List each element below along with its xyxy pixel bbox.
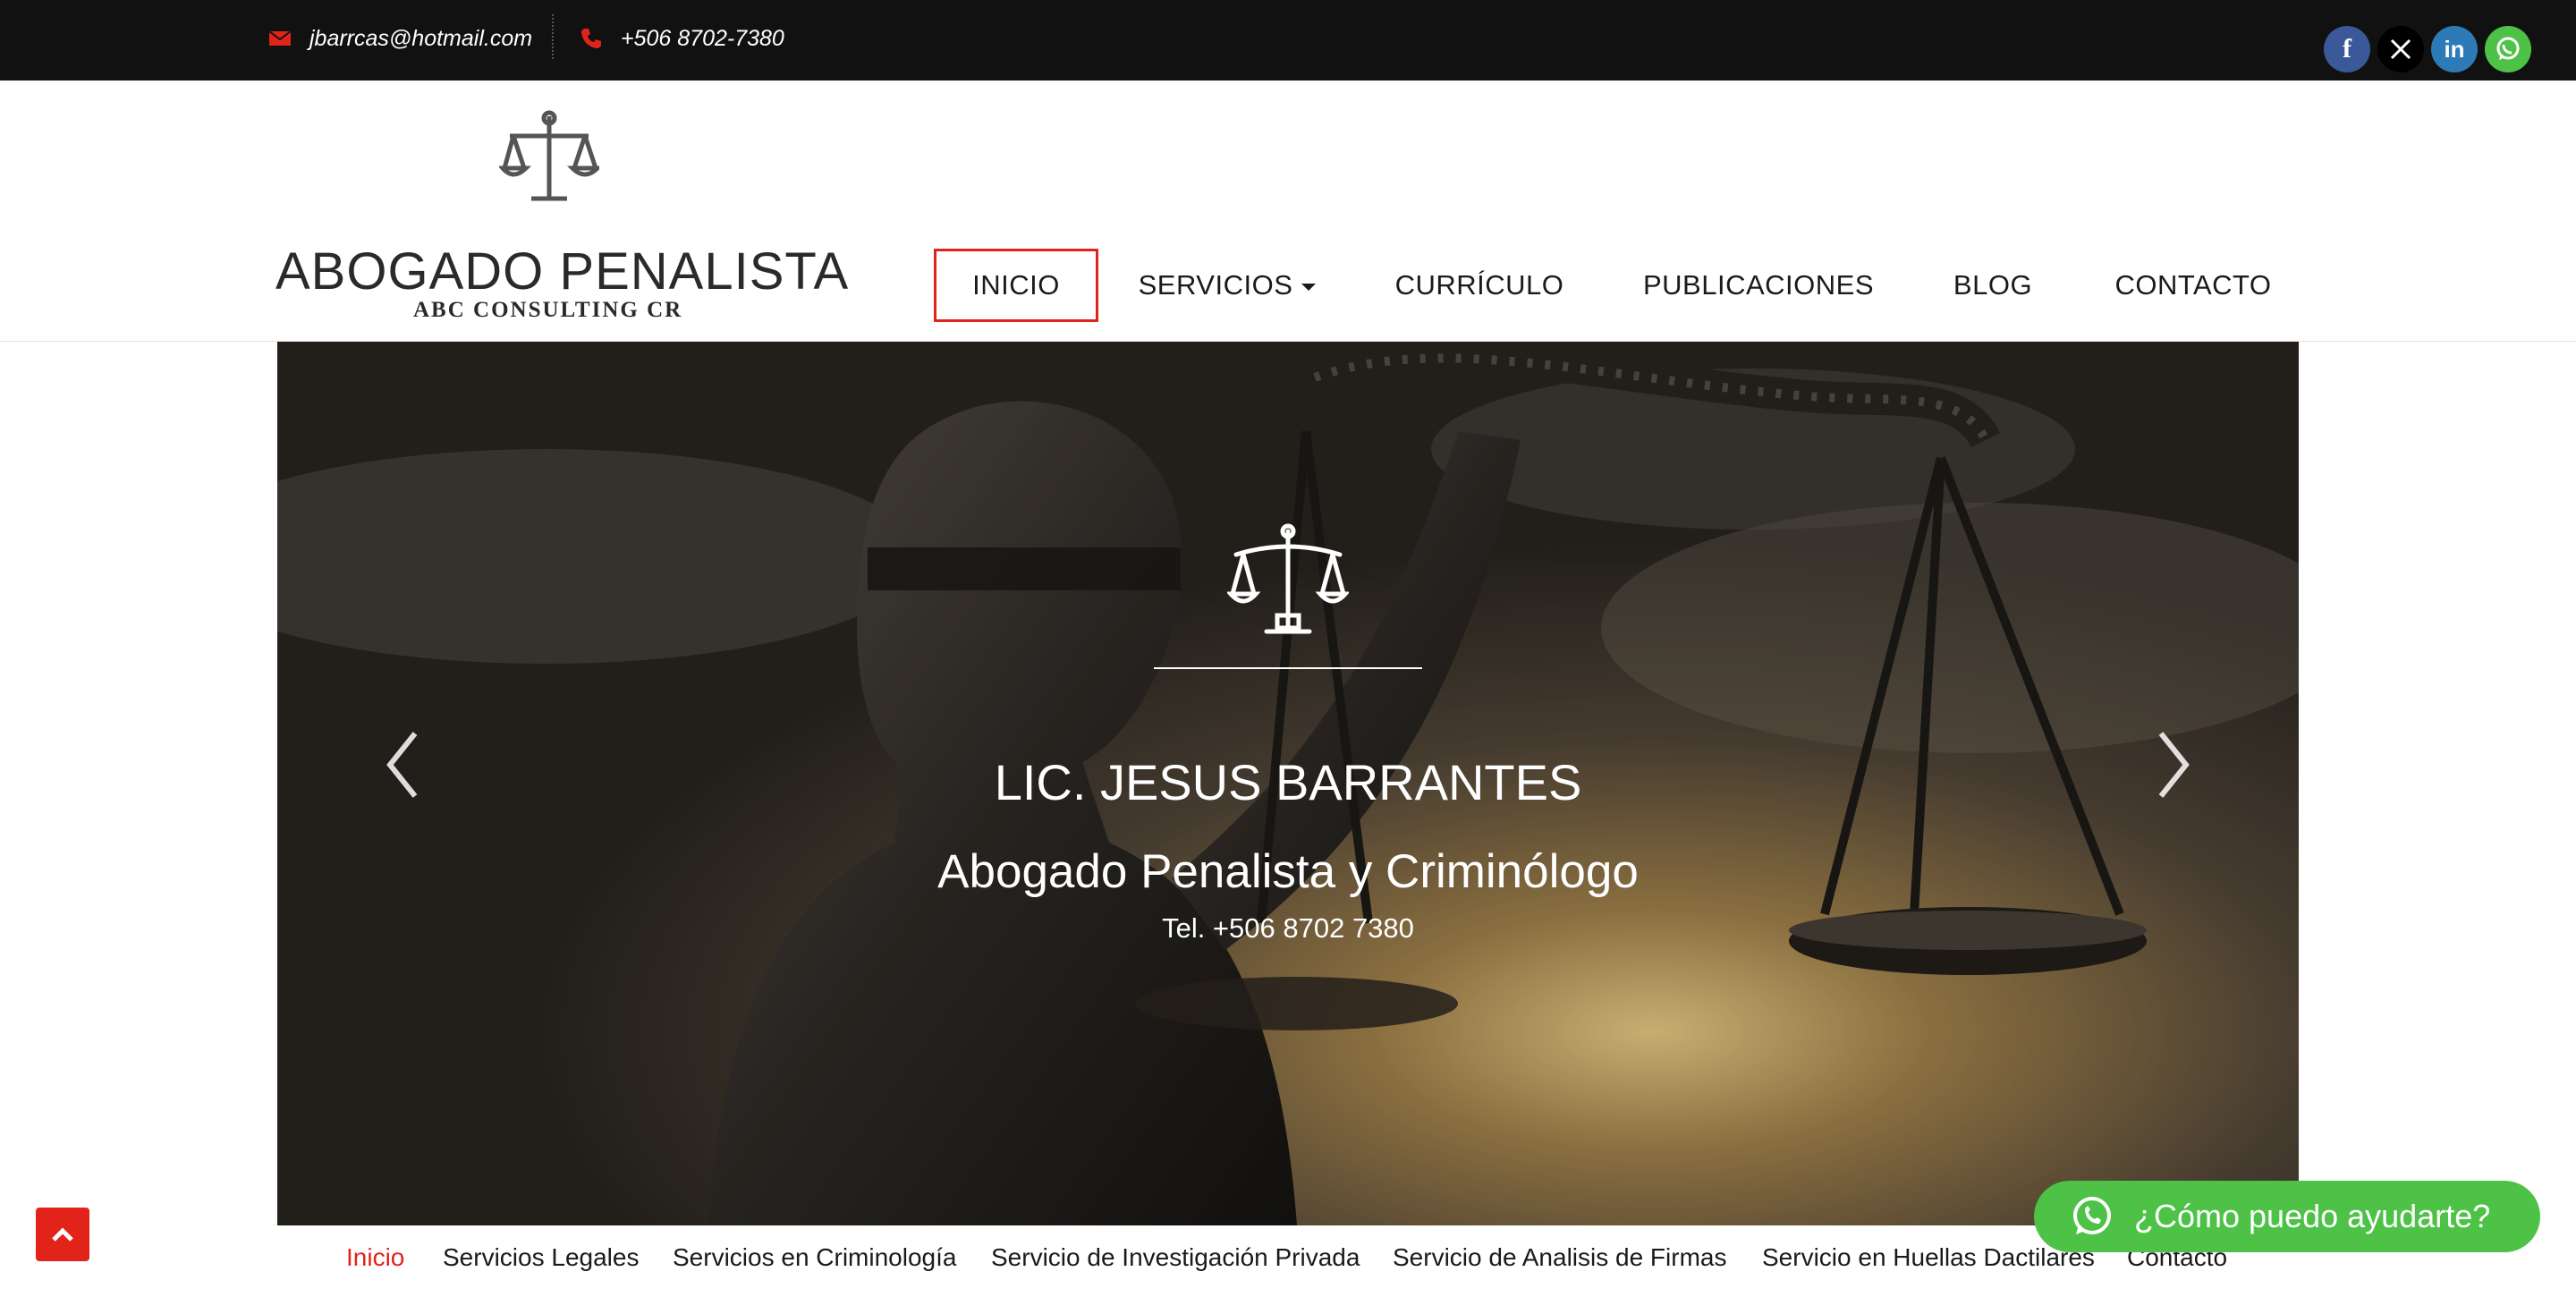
whatsapp-button-label: ¿Cómo puedo ayudarte? [2134,1198,2491,1234]
nav-curriculo[interactable]: CURRÍCULO [1386,249,1572,322]
facebook-icon[interactable]: f [2324,26,2370,72]
envelope-icon [268,30,292,46]
scroll-to-top-button[interactable] [36,1208,89,1261]
nav-inicio[interactable]: INICIO [934,249,1098,322]
logo[interactable]: ABOGADO PENALISTA ABC CONSULTING CR [268,107,848,322]
chevron-right-icon[interactable] [2147,716,2200,814]
chevron-left-icon[interactable] [376,716,429,814]
scales-logo-icon [499,110,599,201]
quicklink-investigacion-privada[interactable]: Servicio de Investigación Privada [991,1243,1360,1272]
hero-slider: LIC. JESUS BARRANTES Abogado Penalista y… [277,342,2299,1225]
phone-text: +506 8702-7380 [621,25,784,51]
nav-blog[interactable]: BLOG [1946,249,2039,322]
quicklink-criminologia[interactable]: Servicios en Criminología [673,1243,956,1272]
scales-of-justice-icon [1227,523,1349,634]
slider-name: LIC. JESUS BARRANTES [994,754,1582,810]
nav-publicaciones[interactable]: PUBLICACIONES [1637,249,1880,322]
phone-link[interactable]: +506 8702-7380 [580,23,784,54]
slider-title: Abogado Penalista y Criminólogo [937,845,1639,898]
site-header: ABOGADO PENALISTA ABC CONSULTING CR INIC… [0,81,2576,342]
whatsapp-icon[interactable] [2485,26,2531,72]
contact-divider [552,14,554,59]
quicklink-inicio[interactable]: Inicio [346,1243,404,1272]
whatsapp-chat-button[interactable]: ¿Cómo puedo ayudarte? [2034,1181,2540,1252]
logo-subtitle: ABC CONSULTING CR [413,298,683,322]
quicklink-servicios-legales[interactable]: Servicios Legales [443,1243,639,1272]
email-link[interactable]: jbarrcas@hotmail.com [268,23,532,54]
chevron-up-icon [52,1227,73,1242]
quicklink-huellas-dactilares[interactable]: Servicio en Huellas Dactilares [1762,1243,2095,1272]
phone-icon [581,29,601,48]
caption-divider [1154,667,1422,669]
x-icon[interactable] [2377,26,2424,72]
whatsapp-icon [2073,1197,2111,1234]
email-text: jbarrcas@hotmail.com [309,25,533,51]
nav-servicios[interactable]: SERVICIOS [1136,249,1318,322]
linkedin-icon[interactable]: in [2431,26,2478,72]
nav-contacto[interactable]: CONTACTO [2106,249,2281,322]
top-bar: jbarrcas@hotmail.com +506 8702-7380 f in [0,0,2576,81]
slider-phone: Tel. +506 8702 7380 [1162,912,1414,944]
quicklink-analisis-firmas[interactable]: Servicio de Analisis de Firmas [1393,1243,1726,1272]
caret-down-icon [1301,284,1317,291]
logo-title: ABOGADO PENALISTA [275,242,850,301]
